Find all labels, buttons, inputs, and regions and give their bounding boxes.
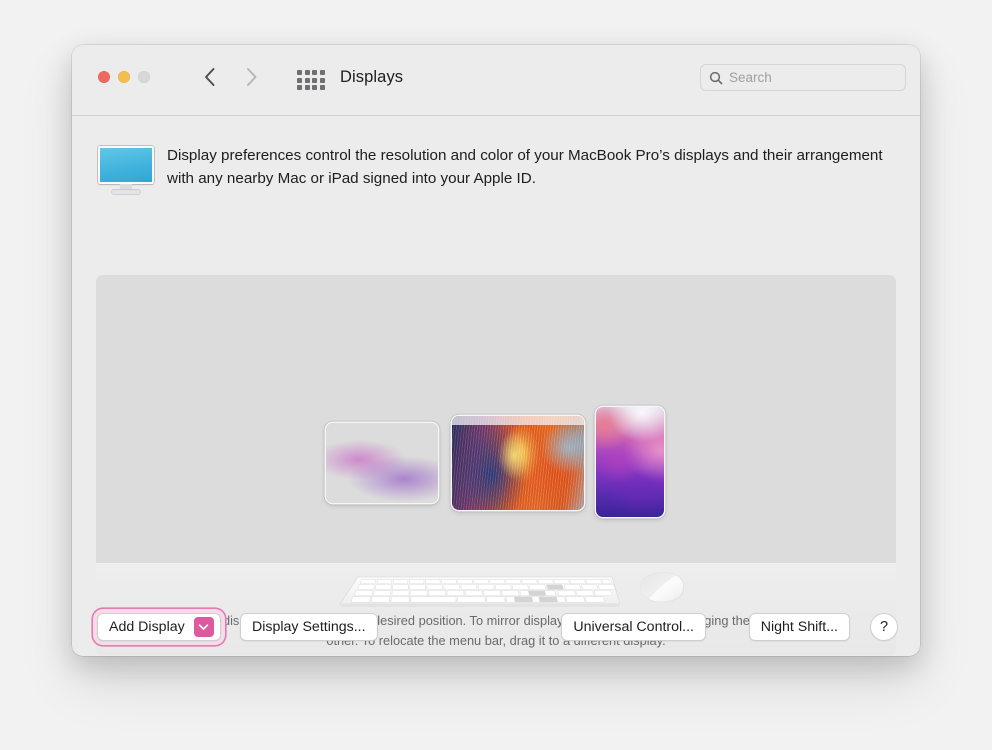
add-display-label: Add Display	[109, 619, 185, 635]
window-toolbar: Displays Search	[72, 45, 920, 116]
add-display-button[interactable]: Add Display	[97, 613, 221, 641]
arrangement-canvas[interactable]	[96, 275, 896, 563]
description-text: Display preferences control the resoluti…	[167, 147, 883, 188]
menu-bar-strip[interactable]	[452, 416, 584, 425]
minimize-button[interactable]	[118, 71, 130, 83]
close-button[interactable]	[98, 71, 110, 83]
help-button[interactable]: ?	[870, 613, 898, 641]
chevron-left-icon[interactable]	[198, 66, 220, 88]
grid-icon[interactable]	[297, 70, 325, 90]
zoom-button[interactable]	[138, 71, 150, 83]
display-monitor-icon	[98, 146, 154, 194]
universal-control-button[interactable]: Universal Control...	[561, 613, 706, 641]
navigation-arrows	[198, 66, 262, 88]
chevron-right-icon[interactable]	[240, 66, 262, 88]
displays-preferences-window: Displays Search Display preferences cont…	[72, 45, 920, 656]
window-content: Display preferences control the resoluti…	[72, 116, 920, 655]
chevron-down-icon[interactable]	[193, 617, 214, 637]
search-placeholder: Search	[729, 70, 772, 85]
display-thumbnail-left[interactable]	[326, 423, 438, 503]
wallpaper-monterey	[326, 423, 438, 503]
page-title: Displays	[340, 68, 404, 86]
display-thumbnail-main[interactable]	[452, 416, 584, 510]
button-bar: Add Display Display Settings... Universa…	[72, 593, 920, 655]
display-thumbnail-right[interactable]	[596, 407, 664, 517]
traffic-lights	[98, 71, 150, 83]
add-display-highlight: Add Display	[93, 609, 225, 645]
wallpaper-abstract	[452, 416, 584, 510]
search-input[interactable]: Search	[700, 64, 906, 91]
search-icon	[709, 71, 723, 84]
wallpaper-monterey-portrait	[596, 407, 664, 517]
night-shift-button[interactable]: Night Shift...	[748, 613, 850, 641]
description-row: Display preferences control the resoluti…	[98, 144, 898, 194]
display-settings-button[interactable]: Display Settings...	[240, 613, 378, 641]
